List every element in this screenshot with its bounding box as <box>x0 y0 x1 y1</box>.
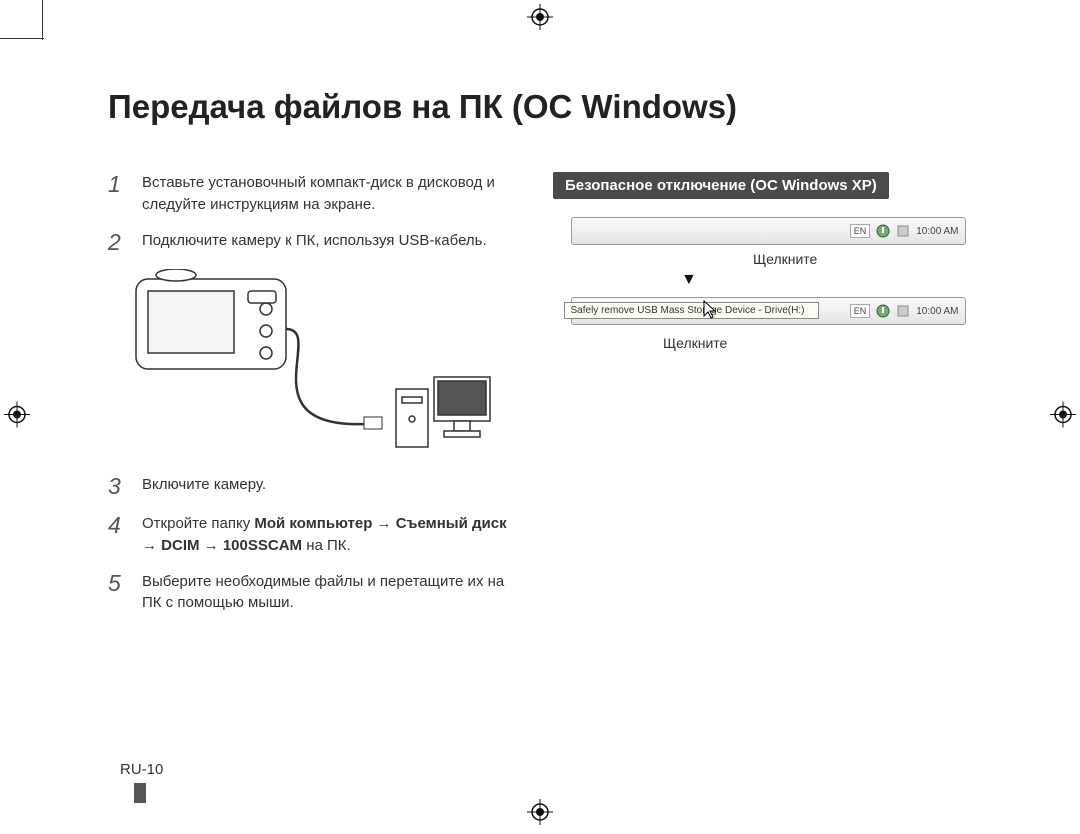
registration-mark-top <box>527 4 553 35</box>
registration-mark-left <box>4 402 30 433</box>
language-indicator: EN <box>850 304 871 318</box>
step-number: 4 <box>108 513 128 557</box>
step-4: 4 Откройте папку Мой компьютер → Съемный… <box>108 513 513 557</box>
camera-to-pc-illustration <box>126 269 513 464</box>
step-number: 3 <box>108 474 128 499</box>
taskbar-screenshot-2: Safely remove USB Mass Storage Device - … <box>571 297 966 325</box>
registration-mark-right <box>1050 402 1076 433</box>
crop-mark <box>42 0 43 40</box>
safely-remove-icon <box>876 224 890 238</box>
callout-column: Безопасное отключение (ОС Windows XP) EN… <box>553 172 983 628</box>
step-text: Откройте папку Мой компьютер → Съемный д… <box>142 513 513 557</box>
steps-column: 1 Вставьте установочный компакт-диск в д… <box>108 172 513 628</box>
step-text: Включите камеру. <box>142 474 266 499</box>
click-label-2: Щелкните <box>663 335 727 351</box>
click-label-1: Щелкните <box>753 251 817 267</box>
down-arrow-icon: ▼ <box>681 271 697 289</box>
page-content: Передача файлов на ПК (ОС Windows) 1 Вст… <box>108 88 988 628</box>
language-indicator: EN <box>850 224 871 238</box>
safely-remove-tooltip: Safely remove USB Mass Storage Device - … <box>564 302 819 319</box>
step-5: 5 Выберите необходимые файлы и перетащит… <box>108 571 513 615</box>
step-1: 1 Вставьте установочный компакт-диск в д… <box>108 172 513 216</box>
step-number: 5 <box>108 571 128 615</box>
page-title: Передача файлов на ПК (ОС Windows) <box>108 88 988 126</box>
step-text: Выберите необходимые файлы и перетащите … <box>142 571 513 615</box>
step-2: 2 Подключите камеру к ПК, используя USB-… <box>108 230 513 255</box>
crop-mark <box>0 38 44 39</box>
step-3: 3 Включите камеру. <box>108 474 513 499</box>
taskbar-screenshot-1: EN 10:00 AM <box>571 217 966 245</box>
tray-icon <box>896 304 910 318</box>
step-text: Вставьте установочный компакт-диск в дис… <box>142 172 513 216</box>
callout-heading: Безопасное отключение (ОС Windows XP) <box>553 172 889 199</box>
page-number: RU-10 <box>120 761 163 778</box>
taskbar-clock: 10:00 AM <box>916 306 958 317</box>
safely-remove-icon <box>876 304 890 318</box>
step-number: 2 <box>108 230 128 255</box>
registration-mark-bottom <box>527 799 553 830</box>
cursor-icon <box>702 300 718 323</box>
step-number: 1 <box>108 172 128 216</box>
step-text: Подключите камеру к ПК, используя USB-ка… <box>142 230 487 255</box>
taskbar-clock: 10:00 AM <box>916 226 958 237</box>
tray-icon <box>896 224 910 238</box>
